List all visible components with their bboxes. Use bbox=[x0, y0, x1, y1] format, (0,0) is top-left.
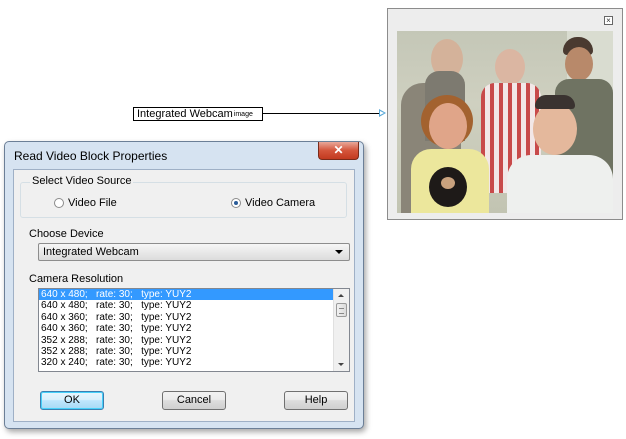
radio-video-file-label: Video File bbox=[68, 197, 117, 209]
resolution-list-item[interactable]: 640 x 480; rate: 30; type: YUY2 bbox=[39, 300, 333, 311]
radio-button-selected-icon[interactable] bbox=[231, 198, 241, 208]
video-source-group-label: Select Video Source bbox=[30, 175, 134, 187]
radio-video-camera[interactable]: Video Camera bbox=[231, 197, 315, 209]
webcam-image bbox=[397, 31, 613, 213]
resolution-listbox[interactable]: 640 x 480; rate: 30; type: YUY2 640 x 480… bbox=[38, 288, 350, 372]
close-icon[interactable]: × bbox=[604, 16, 613, 25]
webcam-block[interactable]: Integrated Webcam image bbox=[133, 107, 263, 121]
radio-video-file[interactable]: Video File bbox=[54, 197, 117, 209]
dialog-title: Read Video Block Properties bbox=[14, 149, 168, 163]
read-video-block-properties-dialog: Read Video Block Properties ✕ Select Vid… bbox=[4, 141, 364, 429]
connection-wire bbox=[263, 113, 380, 114]
cancel-button[interactable]: Cancel bbox=[162, 391, 226, 410]
close-button[interactable]: ✕ bbox=[318, 142, 359, 160]
ok-button[interactable]: OK bbox=[40, 391, 104, 410]
scroll-up-arrow-icon[interactable] bbox=[338, 294, 344, 297]
resolution-list-item[interactable]: 640 x 360; rate: 30; type: YUY2 bbox=[39, 312, 333, 323]
listbox-scrollbar[interactable] bbox=[333, 289, 349, 371]
camera-resolution-label: Camera Resolution bbox=[29, 273, 124, 285]
scroll-thumb[interactable] bbox=[336, 303, 347, 317]
block-name: Integrated Webcam bbox=[137, 108, 233, 120]
scroll-down-arrow-icon[interactable] bbox=[338, 363, 344, 366]
resolution-list-item[interactable]: 352 x 288; rate: 30; type: YUY2 bbox=[39, 346, 333, 357]
resolution-list-item[interactable]: 352 x 288; rate: 30; type: YUY2 bbox=[39, 335, 333, 346]
dialog-client-area: Select Video Source Video File Video Cam… bbox=[13, 169, 355, 422]
device-select[interactable]: Integrated Webcam bbox=[38, 243, 350, 261]
help-button[interactable]: Help bbox=[284, 391, 348, 410]
block-output-port-label: image bbox=[233, 110, 253, 118]
video-output-window: × bbox=[387, 8, 623, 220]
device-select-value: Integrated Webcam bbox=[43, 246, 139, 258]
resolution-list-item[interactable]: 320 x 240; rate: 30; type: YUY2 bbox=[39, 357, 333, 368]
radio-button-icon[interactable] bbox=[54, 198, 64, 208]
resolution-list-item[interactable]: 640 x 480; rate: 30; type: YUY2 bbox=[39, 289, 333, 301]
choose-device-label: Choose Device bbox=[29, 228, 104, 240]
chevron-down-icon[interactable] bbox=[335, 250, 343, 254]
resolution-list-item[interactable]: 640 x 360; rate: 30; type: YUY2 bbox=[39, 323, 333, 334]
radio-video-camera-label: Video Camera bbox=[245, 197, 316, 209]
